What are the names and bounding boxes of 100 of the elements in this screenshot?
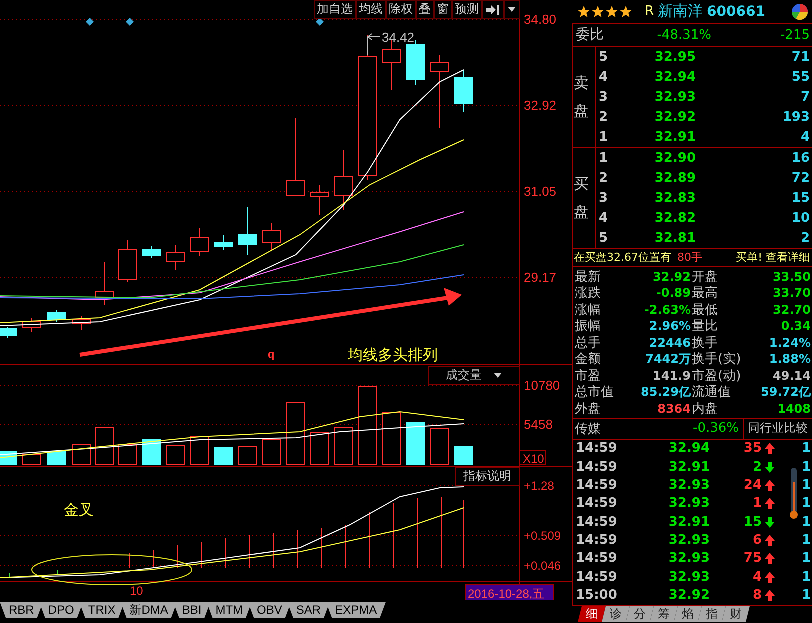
indicator-tab[interactable]: 新DMA <box>120 602 178 618</box>
panel-tab[interactable]: 财 <box>722 606 750 622</box>
level-price: 32.81 <box>654 230 696 246</box>
indicator-tab[interactable]: RBR <box>0 602 44 618</box>
level-number: 3 <box>598 90 610 105</box>
candlestick <box>166 244 186 270</box>
volume-bar <box>286 402 306 466</box>
tick-volume: 4 <box>752 570 762 585</box>
toolbar-button[interactable]: 均线 <box>356 0 386 19</box>
indicator-tab[interactable]: EXPMA <box>326 602 386 618</box>
indicator-tab[interactable]: MTM <box>206 602 252 618</box>
tick-price: 32.91 <box>668 514 710 530</box>
stat-label: 换手 <box>692 334 719 352</box>
volume-bar <box>142 440 162 466</box>
tick-price: 32.93 <box>668 551 710 566</box>
candlestick <box>214 234 234 250</box>
indicator-tab[interactable]: BBI <box>173 602 211 618</box>
level-price: 32.95 <box>654 50 696 65</box>
ratio-value: -48.31% <box>656 28 712 43</box>
tick-count: 1 <box>802 460 812 475</box>
notice-text: 在买盘32.67位置有 <box>574 250 672 266</box>
panel-tab[interactable]: 细 <box>578 606 606 622</box>
stat-value: 22446 <box>648 336 692 350</box>
volume-bar <box>262 440 282 466</box>
tick-price: 32.93 <box>668 532 710 548</box>
indicator-dropdown[interactable]: 成交量 <box>428 366 520 385</box>
marker-label: q <box>268 349 275 361</box>
stat-label: 内盘 <box>692 400 719 418</box>
stat-value: 1408 <box>776 402 812 416</box>
level-price: 32.89 <box>654 170 696 186</box>
stat-value: 85.29亿 <box>640 384 692 401</box>
tick-volume: 2 <box>752 460 762 475</box>
level-number: 2 <box>598 170 610 186</box>
pie-chart-icon[interactable] <box>792 4 808 20</box>
price-axis-label: 31.05 <box>524 184 557 199</box>
date-label: 2016-10-28,五 <box>466 584 554 600</box>
candlestick <box>190 228 210 256</box>
toolbar-button[interactable]: 窗 <box>434 0 452 19</box>
stat-value: 0.34 <box>780 319 812 334</box>
star-icon <box>592 6 605 18</box>
candlestick <box>454 70 474 112</box>
level-volume: 71 <box>790 50 810 65</box>
tick-time: 14:59 <box>575 551 618 566</box>
indicator-tab[interactable]: SAR <box>287 602 330 618</box>
scrollbar-handle[interactable] <box>790 468 798 520</box>
tick-price: 32.92 <box>668 588 710 603</box>
toolbar-button[interactable]: 加自选 <box>314 0 356 19</box>
stat-value: 2.96% <box>648 319 692 334</box>
tick-price: 32.91 <box>668 460 710 475</box>
level-price: 32.93 <box>654 90 696 105</box>
level-number: 4 <box>598 210 610 226</box>
stat-value: 141.9 <box>652 368 692 383</box>
tick-count: 1 <box>802 551 812 566</box>
volume-bar <box>310 432 330 466</box>
notice-link[interactable]: 买单! 查看详细 <box>736 250 810 266</box>
indicator-help-button[interactable]: 指标说明 <box>455 467 520 486</box>
toolbar-button[interactable]: 预测 <box>452 0 482 19</box>
stat-label: 最低 <box>692 302 719 319</box>
level-number: 3 <box>598 190 610 206</box>
tick-time: 15:00 <box>575 588 618 603</box>
chart-caption: 金叉 <box>64 502 94 519</box>
tick-volume: 24 <box>742 478 762 494</box>
dropdown-caret-icon[interactable] <box>494 373 502 378</box>
candlestick <box>96 262 114 306</box>
level-price: 32.90 <box>654 150 696 166</box>
order-side-label: 卖盘 <box>573 47 596 148</box>
tick-time: 14:59 <box>575 570 618 585</box>
macd-axis-label: +0.509 <box>524 529 562 543</box>
tick-count: 1 <box>802 441 812 456</box>
stat-value: 33.50 <box>772 270 812 284</box>
stat-label: 涨跌 <box>575 285 602 302</box>
stat-value: 1.88% <box>768 352 812 366</box>
level-volume: 15 <box>790 190 810 206</box>
indicator-tab[interactable]: TRIX <box>79 602 125 618</box>
tick-volume: 15 <box>742 514 762 530</box>
stat-label: 涨幅 <box>575 302 602 319</box>
toolbar-button[interactable]: 除权 <box>386 0 416 19</box>
tick-count: 1 <box>802 532 812 548</box>
indicator-tab[interactable]: DPO <box>39 602 84 618</box>
volume-bar <box>22 454 42 466</box>
volume-bar <box>238 446 258 466</box>
stat-value: 8364 <box>656 402 692 416</box>
tick-volume: 8 <box>752 588 762 603</box>
level-price: 32.94 <box>654 70 696 85</box>
level-volume: 193 <box>782 110 810 125</box>
indicator-tab[interactable]: OBV <box>248 602 292 618</box>
volume-bar <box>48 452 66 466</box>
stat-label: 开盘 <box>692 268 719 286</box>
dropdown-caret-icon[interactable] <box>504 0 520 19</box>
tick-count: 1 <box>802 478 812 494</box>
volume-bar <box>334 428 354 466</box>
level-volume: 72 <box>790 170 810 186</box>
level-number: 1 <box>598 130 610 145</box>
stat-value: -2.63% <box>643 302 692 317</box>
tick-price: 32.94 <box>668 441 710 456</box>
expand-icon[interactable] <box>482 0 504 19</box>
macd-axis-label: +0.046 <box>524 559 562 573</box>
sector-name: 传媒 <box>575 420 601 438</box>
diamond-marker-icon <box>86 18 94 26</box>
toolbar-button[interactable]: 叠 <box>416 0 434 19</box>
